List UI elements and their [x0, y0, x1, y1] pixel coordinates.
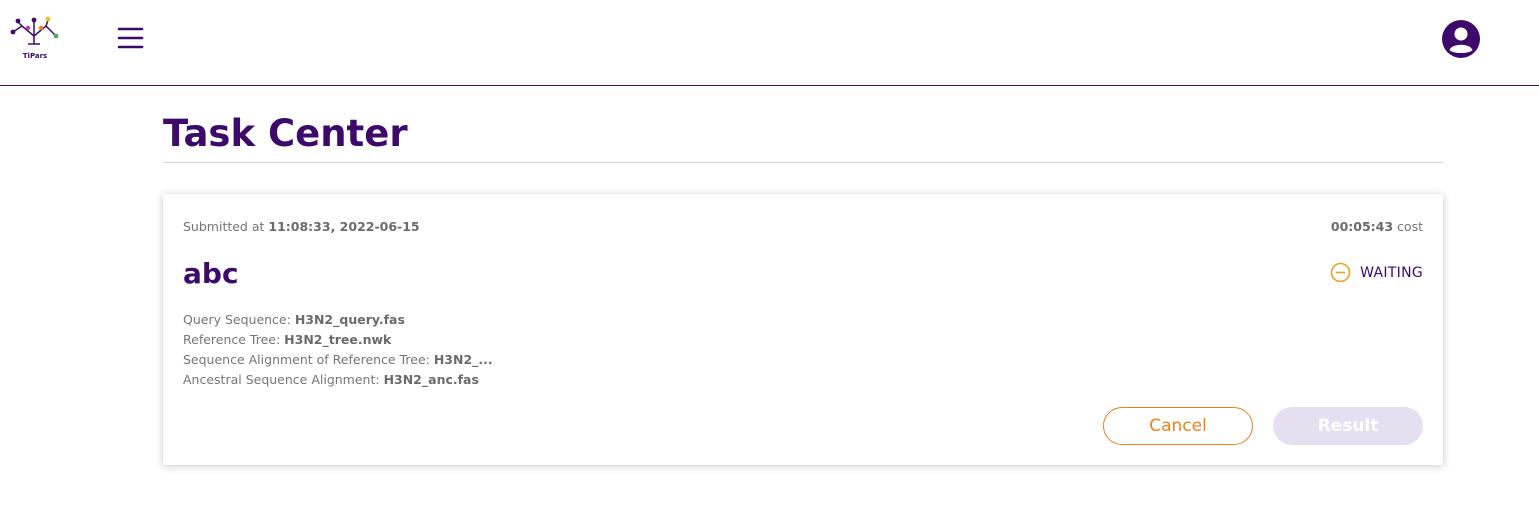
result-button: Result — [1273, 407, 1423, 445]
task-card: Submitted at 11:08:33, 2022-06-15 00:05:… — [163, 194, 1443, 465]
hamburger-menu-icon — [117, 27, 144, 49]
submitted-time-value: 11:08:33, 2022-06-15 — [268, 219, 420, 234]
cost-duration: 00:05:43 cost — [1331, 219, 1423, 234]
cost-value: 00:05:43 — [1330, 219, 1394, 234]
submitted-prefix: Submitted at — [183, 219, 269, 234]
status-badge: WAITING — [1330, 262, 1423, 283]
account-circle-icon — [1442, 20, 1480, 58]
title-divider — [163, 162, 1443, 163]
field-query-sequence: Query Sequence: H3N2_query.fas — [183, 310, 493, 330]
cost-suffix: cost — [1393, 219, 1423, 234]
tipars-logo[interactable]: TiPars — [8, 14, 64, 64]
field-value: H3N2_anc.fas — [383, 372, 479, 387]
task-name: abc — [183, 257, 239, 290]
field-label: Query Sequence: — [183, 312, 295, 327]
cancel-button[interactable]: Cancel — [1103, 407, 1253, 445]
field-value: H3N2_... — [433, 352, 493, 367]
submitted-time: Submitted at 11:08:33, 2022-06-15 — [183, 219, 420, 234]
page-title: Task Center — [163, 112, 408, 155]
minus-circle-icon — [1330, 262, 1351, 283]
field-ancestral-alignment: Ancestral Sequence Alignment: H3N2_anc.f… — [183, 370, 493, 390]
tree-logo-icon — [10, 16, 59, 45]
status-label: WAITING — [1360, 264, 1423, 281]
menu-button[interactable] — [114, 24, 148, 52]
field-label: Reference Tree: — [183, 332, 285, 347]
field-value: H3N2_tree.nwk — [284, 332, 392, 347]
field-sequence-alignment: Sequence Alignment of Reference Tree: H3… — [183, 350, 493, 370]
field-value: H3N2_query.fas — [294, 312, 405, 327]
field-reference-tree: Reference Tree: H3N2_tree.nwk — [183, 330, 493, 350]
logo-text: TiPars — [22, 52, 48, 60]
user-account-button[interactable] — [1441, 19, 1481, 59]
top-app-bar: TiPars — [0, 0, 1539, 86]
field-label: Sequence Alignment of Reference Tree: — [183, 352, 434, 367]
task-file-list: Query Sequence: H3N2_query.fas Reference… — [183, 310, 493, 390]
field-label: Ancestral Sequence Alignment: — [183, 372, 384, 387]
